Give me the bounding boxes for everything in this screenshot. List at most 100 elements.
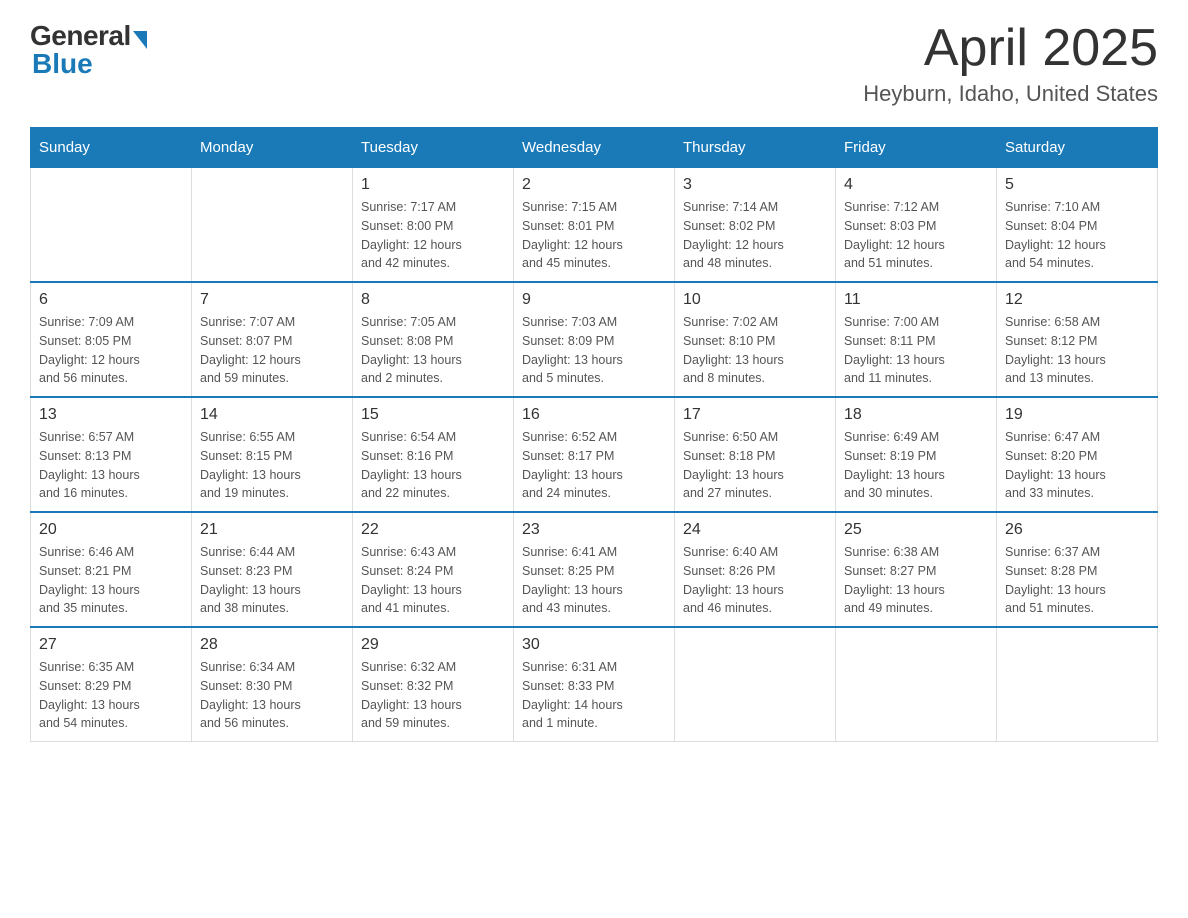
calendar-cell: 20 Sunrise: 6:46 AMSunset: 8:21 PMDayligh… [31,512,192,627]
logo-arrow-icon [133,31,147,49]
day-info: Sunrise: 7:07 AMSunset: 8:07 PMDaylight:… [200,313,344,388]
calendar-cell: 17 Sunrise: 6:50 AMSunset: 8:18 PMDayligh… [675,397,836,512]
day-info: Sunrise: 6:34 AMSunset: 8:30 PMDaylight:… [200,658,344,733]
day-info: Sunrise: 6:47 AMSunset: 8:20 PMDaylight:… [1005,428,1149,503]
calendar-week-row-2: 6 Sunrise: 7:09 AMSunset: 8:05 PMDaylight… [31,282,1158,397]
calendar-cell: 2 Sunrise: 7:15 AMSunset: 8:01 PMDaylight… [514,167,675,282]
day-info: Sunrise: 6:41 AMSunset: 8:25 PMDaylight:… [522,543,666,618]
calendar-cell: 30Sunrise: 6:31 AMSunset: 8:33 PMDayligh… [514,627,675,742]
day-number: 3 [683,176,827,194]
day-number: 4 [844,176,988,194]
calendar-header-sunday: Sunday [31,128,192,167]
day-number: 2 [522,176,666,194]
day-number: 9 [522,291,666,309]
day-info: Sunrise: 6:35 AMSunset: 8:29 PMDaylight:… [39,658,183,733]
day-info: Sunrise: 6:38 AMSunset: 8:27 PMDaylight:… [844,543,988,618]
calendar-header-thursday: Thursday [675,128,836,167]
day-number: 1 [361,176,505,194]
day-info: Sunrise: 6:43 AMSunset: 8:24 PMDaylight:… [361,543,505,618]
day-number: 21 [200,521,344,539]
day-number: 29 [361,636,505,654]
day-number: 26 [1005,521,1149,539]
day-number: 25 [844,521,988,539]
day-number: 14 [200,406,344,424]
day-number: 11 [844,291,988,309]
calendar-header-row: SundayMondayTuesdayWednesdayThursdayFrid… [31,128,1158,167]
day-info: Sunrise: 6:52 AMSunset: 8:17 PMDaylight:… [522,428,666,503]
day-info: Sunrise: 7:15 AMSunset: 8:01 PMDaylight:… [522,198,666,273]
day-info: Sunrise: 6:58 AMSunset: 8:12 PMDaylight:… [1005,313,1149,388]
calendar-header-tuesday: Tuesday [353,128,514,167]
day-number: 8 [361,291,505,309]
calendar-cell: 19Sunrise: 6:47 AMSunset: 8:20 PMDayligh… [997,397,1158,512]
calendar-cell [997,627,1158,742]
day-info: Sunrise: 7:05 AMSunset: 8:08 PMDaylight:… [361,313,505,388]
day-number: 16 [522,406,666,424]
calendar-cell [192,167,353,282]
day-info: Sunrise: 6:46 AMSunset: 8:21 PMDaylight:… [39,543,183,618]
calendar-cell: 23 Sunrise: 6:41 AMSunset: 8:25 PMDayligh… [514,512,675,627]
day-number: 24 [683,521,827,539]
calendar-cell: 21 Sunrise: 6:44 AMSunset: 8:23 PMDayligh… [192,512,353,627]
calendar-week-row-1: 1Sunrise: 7:17 AMSunset: 8:00 PMDaylight… [31,167,1158,282]
day-number: 13 [39,406,183,424]
day-info: Sunrise: 7:10 AMSunset: 8:04 PMDaylight:… [1005,198,1149,273]
calendar-cell: 15 Sunrise: 6:54 AMSunset: 8:16 PMDayligh… [353,397,514,512]
day-number: 6 [39,291,183,309]
day-number: 15 [361,406,505,424]
day-info: Sunrise: 7:03 AMSunset: 8:09 PMDaylight:… [522,313,666,388]
day-number: 7 [200,291,344,309]
day-info: Sunrise: 7:14 AMSunset: 8:02 PMDaylight:… [683,198,827,273]
day-number: 28 [200,636,344,654]
day-info: Sunrise: 7:09 AMSunset: 8:05 PMDaylight:… [39,313,183,388]
calendar-cell: 14 Sunrise: 6:55 AMSunset: 8:15 PMDayligh… [192,397,353,512]
calendar-cell [675,627,836,742]
day-info: Sunrise: 7:02 AMSunset: 8:10 PMDaylight:… [683,313,827,388]
calendar-cell: 11 Sunrise: 7:00 AMSunset: 8:11 PMDayligh… [836,282,997,397]
calendar-header-wednesday: Wednesday [514,128,675,167]
calendar-cell: 24 Sunrise: 6:40 AMSunset: 8:26 PMDayligh… [675,512,836,627]
calendar-cell: 28 Sunrise: 6:34 AMSunset: 8:30 PMDayligh… [192,627,353,742]
day-number: 17 [683,406,827,424]
day-info: Sunrise: 7:00 AMSunset: 8:11 PMDaylight:… [844,313,988,388]
day-number: 23 [522,521,666,539]
day-number: 18 [844,406,988,424]
calendar-cell: 25 Sunrise: 6:38 AMSunset: 8:27 PMDayligh… [836,512,997,627]
day-info: Sunrise: 6:54 AMSunset: 8:16 PMDaylight:… [361,428,505,503]
day-number: 12 [1005,291,1149,309]
calendar-cell: 4 Sunrise: 7:12 AMSunset: 8:03 PMDaylight… [836,167,997,282]
logo-blue-text: Blue [32,48,93,80]
page-title: April 2025 [863,20,1158,77]
day-info: Sunrise: 6:49 AMSunset: 8:19 PMDaylight:… [844,428,988,503]
calendar-cell: 6 Sunrise: 7:09 AMSunset: 8:05 PMDaylight… [31,282,192,397]
day-info: Sunrise: 6:50 AMSunset: 8:18 PMDaylight:… [683,428,827,503]
day-info: Sunrise: 6:55 AMSunset: 8:15 PMDaylight:… [200,428,344,503]
day-number: 10 [683,291,827,309]
day-number: 22 [361,521,505,539]
calendar-header-saturday: Saturday [997,128,1158,167]
day-info: Sunrise: 6:40 AMSunset: 8:26 PMDaylight:… [683,543,827,618]
calendar-cell: 26Sunrise: 6:37 AMSunset: 8:28 PMDayligh… [997,512,1158,627]
calendar-week-row-4: 20 Sunrise: 6:46 AMSunset: 8:21 PMDayligh… [31,512,1158,627]
calendar-cell: 10 Sunrise: 7:02 AMSunset: 8:10 PMDayligh… [675,282,836,397]
calendar-header-monday: Monday [192,128,353,167]
calendar-cell: 29 Sunrise: 6:32 AMSunset: 8:32 PMDayligh… [353,627,514,742]
calendar-cell: 8 Sunrise: 7:05 AMSunset: 8:08 PMDaylight… [353,282,514,397]
calendar-cell [836,627,997,742]
calendar-cell: 13Sunrise: 6:57 AMSunset: 8:13 PMDayligh… [31,397,192,512]
day-number: 30 [522,636,666,654]
day-number: 20 [39,521,183,539]
page-header: General Blue April 2025 Heyburn, Idaho, … [30,20,1158,107]
day-info: Sunrise: 6:32 AMSunset: 8:32 PMDaylight:… [361,658,505,733]
calendar-cell: 1Sunrise: 7:17 AMSunset: 8:00 PMDaylight… [353,167,514,282]
calendar-header-friday: Friday [836,128,997,167]
calendar-cell [31,167,192,282]
day-number: 27 [39,636,183,654]
calendar-cell: 18 Sunrise: 6:49 AMSunset: 8:19 PMDayligh… [836,397,997,512]
day-info: Sunrise: 6:44 AMSunset: 8:23 PMDaylight:… [200,543,344,618]
day-info: Sunrise: 7:12 AMSunset: 8:03 PMDaylight:… [844,198,988,273]
calendar-cell: 12 Sunrise: 6:58 AMSunset: 8:12 PMDayligh… [997,282,1158,397]
calendar-cell: 22 Sunrise: 6:43 AMSunset: 8:24 PMDayligh… [353,512,514,627]
location-subtitle: Heyburn, Idaho, United States [863,81,1158,107]
calendar-table: SundayMondayTuesdayWednesdayThursdayFrid… [30,127,1158,742]
